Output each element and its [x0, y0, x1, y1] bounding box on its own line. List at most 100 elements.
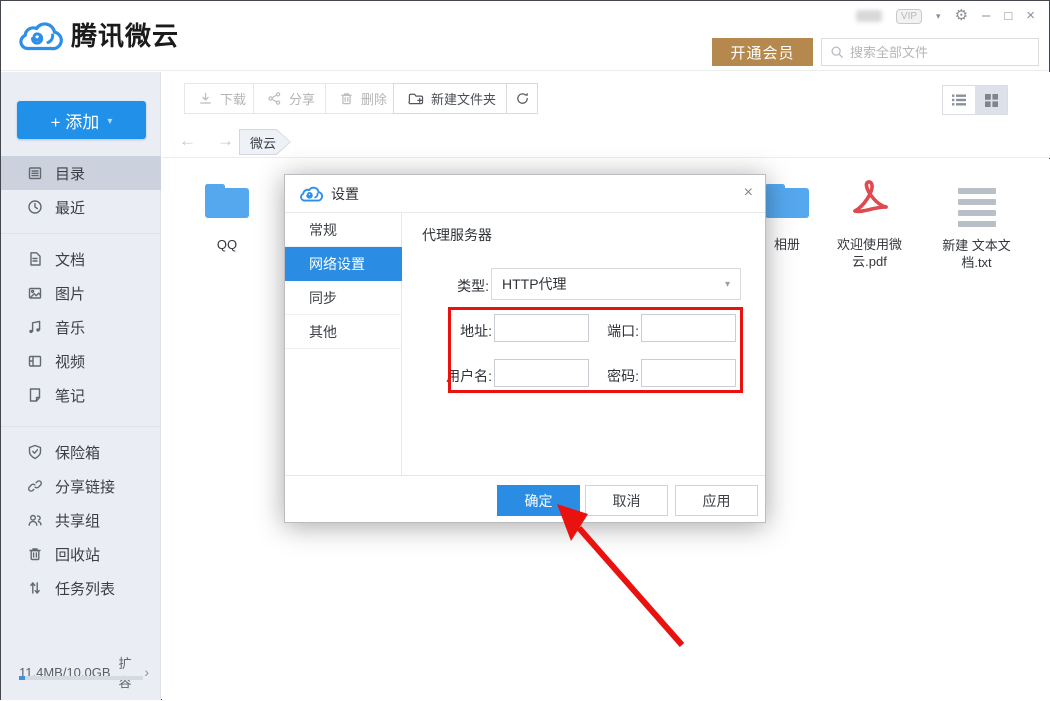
- sidebar-item-videos[interactable]: 视频: [1, 344, 161, 378]
- share-label: 分享: [289, 89, 315, 108]
- folder-icon: [763, 181, 811, 221]
- sidebar-item-documents[interactable]: 文档: [1, 242, 161, 276]
- address-input[interactable]: [494, 314, 589, 342]
- sidebar-item-label: 笔记: [55, 385, 85, 406]
- delete-button[interactable]: 删除: [325, 83, 401, 114]
- add-button[interactable]: + 添加 ▾: [17, 101, 146, 139]
- sidebar-item-notes[interactable]: 笔记: [1, 378, 161, 412]
- file-name: 欢迎使用微云.pdf: [827, 236, 912, 270]
- file-pdf-welcome[interactable]: 欢迎使用微云.pdf: [827, 177, 912, 270]
- search-box[interactable]: [821, 38, 1039, 66]
- app-title: 腾讯微云: [71, 16, 179, 53]
- music-icon: [26, 319, 43, 336]
- chevron-right-icon: ›: [144, 664, 149, 680]
- username-input[interactable]: [494, 359, 589, 387]
- share-button[interactable]: 分享: [253, 83, 329, 114]
- sidebar: + 添加 ▾ 目录 最近 文档 图片 音乐 视频 笔: [1, 72, 161, 700]
- sidebar-item-pictures[interactable]: 图片: [1, 276, 161, 310]
- sidebar-item-music[interactable]: 音乐: [1, 310, 161, 344]
- pdf-icon: [847, 177, 893, 221]
- dialog-tab-sync[interactable]: 同步: [285, 281, 402, 315]
- folder-icon: [203, 181, 251, 221]
- port-input[interactable]: [641, 314, 736, 342]
- minimize-button[interactable]: –: [982, 8, 990, 24]
- file-name: QQ: [172, 236, 282, 253]
- transfer-arrows-icon: [26, 580, 43, 597]
- sidebar-item-directory[interactable]: 目录: [1, 156, 161, 190]
- share-icon: [267, 91, 282, 106]
- document-icon: [26, 251, 43, 268]
- sidebar-item-shared-groups[interactable]: 共享组: [1, 503, 161, 537]
- sidebar-item-safebox[interactable]: 保险箱: [1, 435, 161, 469]
- dropdown-caret-icon: ▾: [725, 279, 730, 290]
- directory-icon: [26, 165, 43, 182]
- image-icon: [26, 285, 43, 302]
- file-folder-qq[interactable]: QQ: [172, 181, 282, 253]
- add-caret-icon: ▾: [107, 116, 112, 127]
- settings-gear-icon[interactable]: ⚙: [955, 8, 968, 24]
- close-window-button[interactable]: ×: [1026, 8, 1035, 24]
- app-logo: 腾讯微云: [17, 16, 179, 53]
- sidebar-item-label: 保险箱: [55, 442, 100, 463]
- open-membership-button[interactable]: 开通会员: [712, 38, 813, 66]
- sidebar-item-label: 视频: [55, 351, 85, 372]
- text-file-icon: [958, 182, 996, 227]
- weiyun-window: 腾讯微云 VIP ▾ ⚙ – □ × 开通会员 + 添加 ▾ 目录: [0, 0, 1050, 700]
- proxy-type-dropdown[interactable]: HTTP代理 ▾: [491, 268, 741, 300]
- cancel-button[interactable]: 取消: [585, 485, 668, 516]
- file-txt-new-document[interactable]: 新建 文本文档.txt: [934, 181, 1019, 271]
- dialog-footer: 确定 取消 应用: [285, 475, 765, 522]
- window-controls: VIP ▾ ⚙ – □ ×: [856, 8, 1035, 24]
- sidebar-item-label: 分享链接: [55, 476, 115, 497]
- top-bar: 腾讯微云 VIP ▾ ⚙ – □ × 开通会员: [1, 1, 1049, 71]
- sidebar-item-recent[interactable]: 最近: [1, 190, 161, 224]
- trash-icon: [339, 91, 354, 106]
- shield-icon: [26, 444, 43, 461]
- expand-label: 扩容: [119, 653, 143, 691]
- download-button[interactable]: 下载: [184, 83, 260, 114]
- dialog-tab-general[interactable]: 常规: [285, 213, 402, 247]
- delete-label: 删除: [361, 89, 387, 108]
- sidebar-item-task-list[interactable]: 任务列表: [1, 571, 161, 605]
- apply-button[interactable]: 应用: [675, 485, 758, 516]
- breadcrumb-root-tab[interactable]: 微云: [239, 129, 291, 155]
- file-name: 新建 文本文档.txt: [934, 237, 1019, 271]
- search-icon: [830, 45, 844, 59]
- sidebar-divider: [1, 426, 161, 427]
- clock-icon: [26, 199, 43, 216]
- add-button-label: + 添加: [51, 108, 100, 133]
- storage-status: 11.4MB/10.0GB 扩容 ›: [19, 653, 149, 691]
- view-toggle: [942, 85, 1008, 115]
- sidebar-item-label: 目录: [55, 163, 85, 184]
- dialog-tab-network[interactable]: 网络设置: [285, 247, 402, 281]
- forward-arrow-button[interactable]: →: [217, 131, 234, 151]
- grid-view-button[interactable]: [975, 86, 1007, 114]
- dialog-close-button[interactable]: ×: [744, 184, 753, 202]
- username-label: 用户名:: [429, 366, 492, 386]
- back-arrow-button[interactable]: ←: [179, 131, 196, 151]
- sidebar-item-label: 文档: [55, 249, 85, 270]
- sidebar-item-share-links[interactable]: 分享链接: [1, 469, 161, 503]
- account-caret-icon[interactable]: ▾: [936, 8, 941, 24]
- dialog-tab-other[interactable]: 其他: [285, 315, 402, 349]
- dialog-header: 设置 ×: [285, 175, 765, 213]
- ok-button[interactable]: 确定: [497, 485, 580, 516]
- password-input[interactable]: [641, 359, 736, 387]
- sidebar-item-recycle-bin[interactable]: 回收站: [1, 537, 161, 571]
- list-view-button[interactable]: [943, 86, 975, 114]
- proxy-section-title: 代理服务器: [422, 225, 492, 245]
- breadcrumb-bar: ← → 微云: [162, 126, 1050, 158]
- new-folder-icon: [407, 91, 424, 106]
- sidebar-item-label: 回收站: [55, 544, 100, 565]
- maximize-button[interactable]: □: [1004, 8, 1012, 24]
- expand-storage-link[interactable]: 扩容 ›: [119, 653, 149, 691]
- port-label: 端口:: [589, 321, 639, 341]
- group-icon: [26, 512, 43, 529]
- video-icon: [26, 353, 43, 370]
- dialog-tab-list: 常规 网络设置 同步 其他: [285, 213, 402, 476]
- grid-view-icon: [984, 93, 999, 108]
- refresh-icon: [515, 91, 530, 106]
- search-input[interactable]: [850, 45, 1030, 60]
- new-folder-button[interactable]: 新建文件夹: [393, 83, 510, 114]
- refresh-button[interactable]: [506, 83, 538, 114]
